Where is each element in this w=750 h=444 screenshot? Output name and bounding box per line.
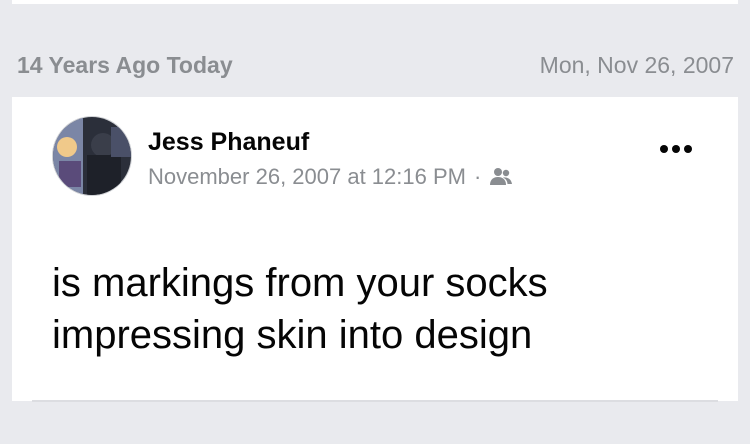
card-divider [32,400,718,402]
post-card: Jess Phaneuf November 26, 2007 at 12:16 … [12,97,738,401]
dot [660,145,668,153]
memory-header: 14 Years Ago Today Mon, Nov 26, 2007 [0,46,750,86]
dot [672,145,680,153]
post-timestamp[interactable]: November 26, 2007 at 12:16 PM [148,164,466,190]
memory-date: Mon, Nov 26, 2007 [539,52,734,78]
avatar[interactable] [52,116,132,196]
author-name[interactable]: Jess Phaneuf [148,128,309,157]
previous-card-edge [12,0,738,4]
avatar-image [53,117,131,195]
friends-icon[interactable] [489,167,513,187]
memory-title: 14 Years Ago Today [17,52,233,78]
post-text: is markings from your socks impressing s… [52,261,548,357]
more-options-icon[interactable] [660,145,692,153]
post-meta: November 26, 2007 at 12:16 PM · [148,164,513,190]
meta-separator: · [473,164,482,189]
dot [684,145,692,153]
